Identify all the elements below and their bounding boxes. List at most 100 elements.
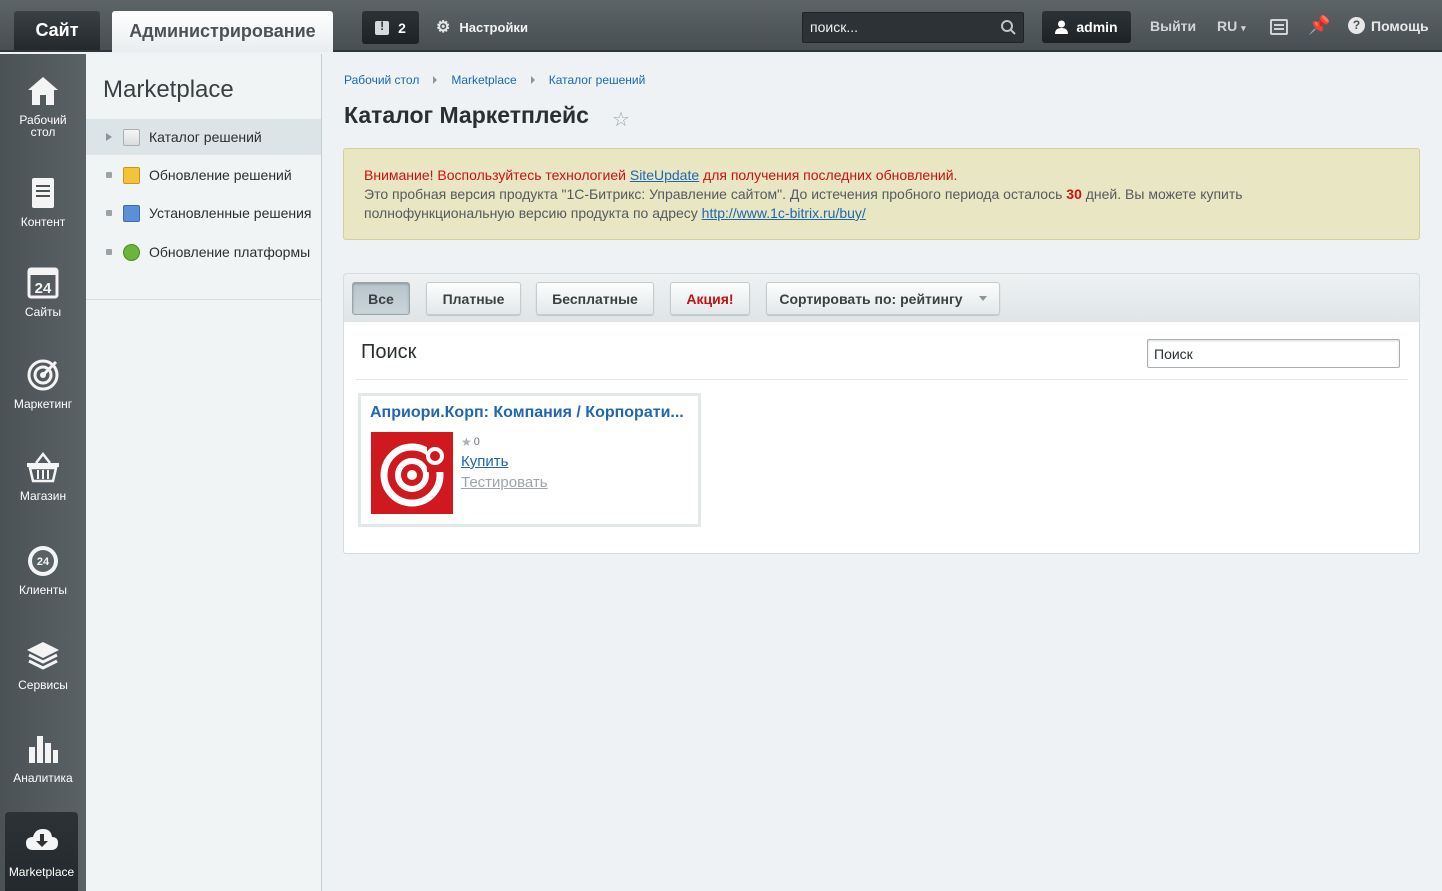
siteupdate-link[interactable]: SiteUpdate bbox=[630, 167, 699, 183]
solution-title-link[interactable]: Априори.Корп: Компания / Корпорати... bbox=[370, 404, 684, 422]
trial-notice: Внимание! Воспользуйтесь технологией Sit… bbox=[343, 148, 1420, 240]
solution-rating: ★ 0 bbox=[461, 435, 480, 449]
pin-icon[interactable]: 📌 bbox=[1308, 15, 1330, 36]
document-icon bbox=[32, 178, 54, 208]
user-button[interactable]: admin bbox=[1042, 11, 1131, 43]
nav-item-label: Сайты bbox=[24, 305, 62, 319]
basket-icon bbox=[27, 451, 59, 483]
sort-dropdown[interactable]: Сортировать по: рейтингу bbox=[766, 282, 1000, 315]
subnav-item-label: Установленные решения bbox=[149, 205, 312, 221]
filter-all-button[interactable]: Все bbox=[352, 282, 410, 315]
divider bbox=[86, 299, 321, 300]
target-icon bbox=[27, 359, 59, 391]
language-label: RU bbox=[1217, 18, 1238, 34]
installed-icon bbox=[123, 204, 140, 222]
search-icon[interactable] bbox=[1001, 13, 1016, 42]
breadcrumb-item[interactable]: Каталог решений bbox=[549, 73, 646, 87]
test-link[interactable]: Тестировать bbox=[461, 474, 548, 491]
layers-icon bbox=[27, 642, 59, 670]
nav-item-store[interactable]: Магазин bbox=[0, 450, 86, 502]
notice-warning-suffix: для получения последних обновлений. bbox=[699, 167, 958, 183]
filter-bar: Все Платные Бесплатные Акция! Сортироват… bbox=[343, 273, 1420, 323]
nav-item-sites[interactable]: 24 Сайты bbox=[0, 266, 86, 318]
nav-item-label: Аналитика bbox=[13, 771, 73, 785]
nav-item-label: Сервисы bbox=[18, 678, 68, 692]
trial-days: 30 bbox=[1066, 186, 1082, 202]
logout-link[interactable]: Выйти bbox=[1150, 18, 1196, 34]
update-icon bbox=[123, 166, 140, 184]
results-panel: Поиск Априори.Корп: Компания / Корпорати… bbox=[343, 322, 1420, 554]
notifications-count: 2 bbox=[398, 19, 406, 36]
svg-text:24: 24 bbox=[37, 556, 50, 568]
site-tab[interactable]: Сайт bbox=[14, 11, 100, 50]
expand-arrow-icon[interactable] bbox=[106, 133, 112, 141]
chevron-down-icon: ▾ bbox=[1241, 23, 1246, 33]
bullet-icon bbox=[106, 172, 112, 178]
nav-item-label: Клиенты bbox=[18, 583, 68, 597]
notice-trial-suffix: дней. Вы можете купить bbox=[1081, 186, 1243, 202]
nav-item-analytics[interactable]: Аналитика bbox=[0, 732, 86, 784]
buy-url-link[interactable]: http://www.1c-bitrix.ru/buy/ bbox=[702, 205, 866, 221]
user-name: admin bbox=[1076, 19, 1118, 35]
catalog-search-input[interactable] bbox=[1147, 339, 1400, 368]
admin-tab[interactable]: Администрирование bbox=[112, 11, 333, 52]
breadcrumb-item[interactable]: Рабочий стол bbox=[344, 73, 419, 87]
notifications-button[interactable]: 2 bbox=[362, 11, 419, 44]
notification-icon bbox=[375, 19, 390, 35]
star-icon[interactable]: ☆ bbox=[612, 107, 630, 132]
svg-text:24: 24 bbox=[35, 280, 52, 297]
section-title: Marketplace bbox=[103, 76, 234, 103]
bar-chart-icon bbox=[29, 736, 58, 763]
help-icon: ? bbox=[1348, 17, 1365, 34]
chevron-right-icon bbox=[433, 76, 438, 84]
chevron-down-icon bbox=[978, 296, 987, 301]
nav-item-marketplace[interactable]: Marketplace bbox=[5, 812, 78, 891]
section-menu: Marketplace Каталог решений Обновление р… bbox=[86, 54, 322, 891]
cloud-download-icon bbox=[25, 829, 58, 850]
solution-logo[interactable] bbox=[371, 432, 453, 514]
solution-card: Априори.Корп: Компания / Корпорати... ★ … bbox=[358, 393, 701, 527]
notice-line-2: Это пробная версия продукта "1С-Битрикс:… bbox=[364, 185, 1399, 204]
filter-paid-button[interactable]: Платные bbox=[426, 282, 521, 315]
nav-item-label: Рабочий стол bbox=[19, 113, 67, 139]
buy-link[interactable]: Купить bbox=[461, 453, 508, 470]
notice-warning-text: Внимание! Воспользуйтесь технологией bbox=[364, 167, 630, 183]
gear-icon: ⚙ bbox=[436, 19, 451, 36]
home-icon bbox=[28, 77, 58, 105]
subnav-item-installed[interactable]: Установленные решения bbox=[86, 195, 321, 231]
divider bbox=[356, 379, 1408, 380]
breadcrumb-item[interactable]: Marketplace bbox=[451, 73, 516, 87]
subnav-item-platform[interactable]: Обновление платформы bbox=[86, 234, 321, 270]
notice-line-1: Внимание! Воспользуйтесь технологией Sit… bbox=[364, 166, 1399, 185]
star-icon: ★ bbox=[461, 435, 472, 449]
nav-item-desktop[interactable]: Рабочий стол bbox=[0, 74, 86, 138]
notice-buy-text: полнофункциональную версию продукта по а… bbox=[364, 205, 702, 221]
filter-promo-button[interactable]: Акция! bbox=[670, 282, 750, 315]
nav-item-marketing[interactable]: Маркетинг bbox=[0, 358, 86, 410]
notice-line-3: полнофункциональную версию продукта по а… bbox=[364, 204, 1399, 223]
subnav-item-updates[interactable]: Обновление решений bbox=[86, 157, 321, 193]
top-bar: Сайт Администрирование 2 ⚙ Настройки пои… bbox=[0, 0, 1442, 52]
user-icon bbox=[1055, 20, 1069, 34]
rating-value: 0 bbox=[473, 436, 480, 448]
platform-update-icon bbox=[123, 243, 140, 261]
nav-item-services[interactable]: Сервисы bbox=[0, 639, 86, 691]
nav-item-label: Магазин bbox=[19, 489, 67, 503]
help-label: Помощь bbox=[1371, 17, 1429, 34]
help-button[interactable]: ? Помощь bbox=[1348, 17, 1429, 34]
language-selector[interactable]: RU ▾ bbox=[1217, 18, 1246, 34]
calculator-icon[interactable] bbox=[1270, 19, 1288, 35]
nav-item-clients[interactable]: 24 Клиенты bbox=[0, 544, 86, 596]
notice-trial-text: Это пробная версия продукта "1С-Битрикс:… bbox=[364, 186, 1067, 202]
filter-free-button[interactable]: Бесплатные bbox=[536, 282, 654, 315]
top-search-input[interactable]: поиск... bbox=[802, 12, 1024, 43]
panel-title: Поиск bbox=[361, 341, 417, 363]
subnav-item-label: Обновление платформы bbox=[149, 244, 311, 260]
subnav-item-label: Каталог решений bbox=[149, 129, 262, 145]
nav-item-label: Контент bbox=[20, 215, 66, 229]
top-search-value: поиск... bbox=[810, 19, 858, 35]
settings-button[interactable]: ⚙ Настройки bbox=[436, 17, 528, 37]
catalog-icon bbox=[123, 128, 140, 146]
nav-item-content[interactable]: Контент bbox=[0, 176, 86, 228]
subnav-item-catalog[interactable]: Каталог решений bbox=[86, 119, 321, 155]
